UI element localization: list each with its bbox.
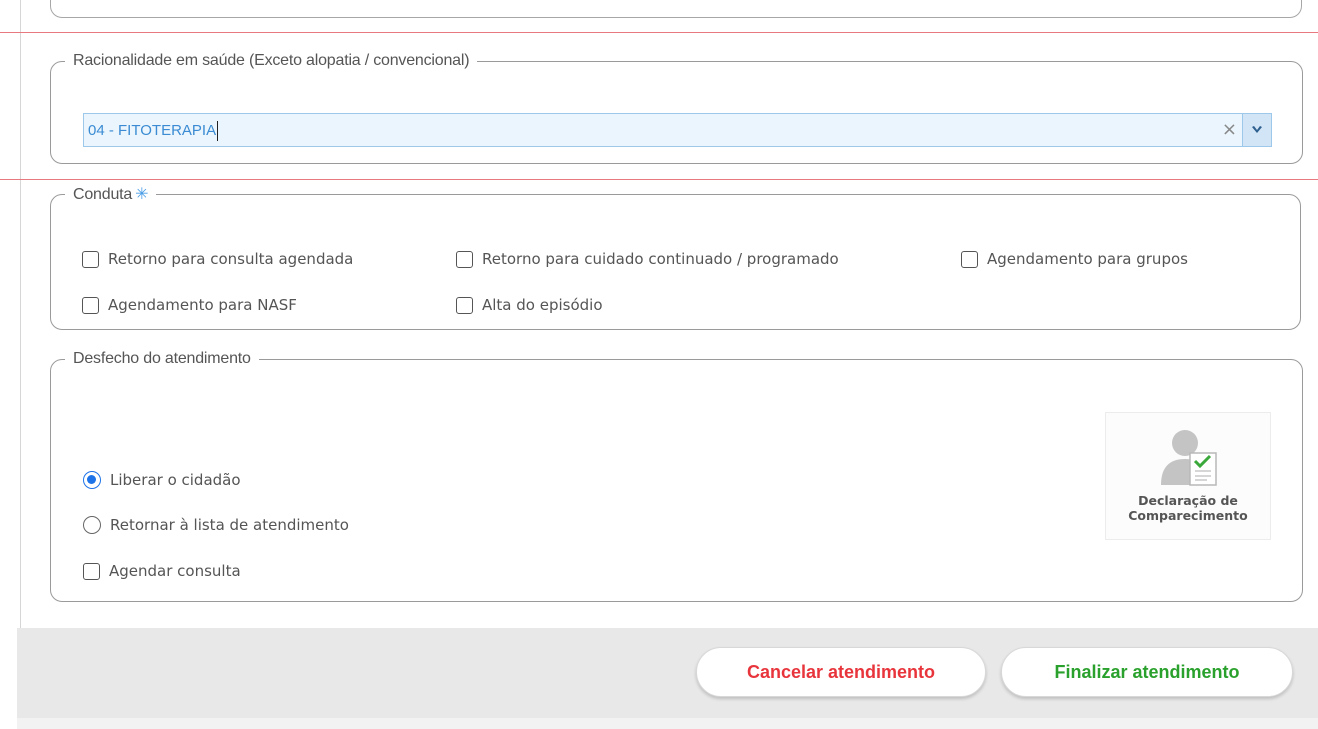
declaracao-label-line1: Declaração de [1138, 493, 1238, 508]
racionalidade-select[interactable]: 04 - FITOTERAPIA × [83, 113, 1272, 147]
checkbox-retorno-cuidado-continuado[interactable]: Retorno para cuidado continuado / progra… [456, 250, 839, 268]
checkbox-agendamento-grupos[interactable]: Agendamento para grupos [961, 250, 1188, 268]
cancel-button[interactable]: Cancelar atendimento [696, 647, 986, 697]
finish-button[interactable]: Finalizar atendimento [1001, 647, 1293, 697]
racionalidade-fieldset: Racionalidade em saúde (Exceto alopatia … [50, 52, 1303, 164]
radio-liberar-cidadao[interactable]: Liberar o cidadão [83, 471, 241, 489]
checkbox-label: Agendamento para grupos [987, 250, 1188, 268]
checkbox-agendar-consulta[interactable]: Agendar consulta [83, 562, 241, 580]
chevron-down-icon [1252, 126, 1262, 133]
checkbox[interactable] [456, 296, 473, 314]
radio-label: Retornar à lista de atendimento [110, 516, 349, 534]
previous-section-box [50, 0, 1302, 18]
checkbox-label: Alta do episódio [482, 296, 603, 314]
conduta-legend-text: Conduta [73, 186, 133, 203]
racionalidade-value-text: 04 - FITOTERAPIA [88, 121, 217, 139]
radio-label: Liberar o cidadão [110, 471, 241, 489]
dropdown-toggle-button[interactable] [1242, 114, 1271, 146]
close-icon[interactable]: × [1222, 119, 1237, 140]
conduta-fieldset: Conduta ✳ Retorno para consulta agendada … [50, 184, 1301, 330]
radio-button-selected[interactable] [83, 471, 101, 489]
conduta-legend: Conduta ✳ [65, 184, 156, 204]
checkbox-label: Agendamento para NASF [108, 296, 297, 314]
racionalidade-select-value: 04 - FITOTERAPIA [88, 121, 219, 141]
racionalidade-legend-text: Racionalidade em saúde (Exceto alopatia … [73, 52, 470, 69]
checkbox[interactable] [82, 296, 99, 314]
radio-button[interactable] [83, 516, 101, 534]
required-asterisk-icon: ✳ [135, 186, 149, 203]
declaracao-label-line2: Comparecimento [1128, 508, 1248, 523]
checkbox[interactable] [83, 562, 100, 580]
checkbox-label: Retorno para cuidado continuado / progra… [482, 250, 839, 268]
desfecho-legend-text: Desfecho do atendimento [73, 350, 251, 367]
declaracao-comparecimento-button[interactable]: Declaração de Comparecimento [1105, 412, 1271, 540]
checkbox[interactable] [82, 250, 99, 268]
radio-retornar-lista[interactable]: Retornar à lista de atendimento [83, 516, 349, 534]
checkbox-label: Retorno para consulta agendada [108, 250, 354, 268]
declaracao-label: Declaração de Comparecimento [1128, 493, 1247, 523]
checkbox-alta-episodio[interactable]: Alta do episódio [456, 296, 603, 314]
text-caret [217, 121, 219, 141]
racionalidade-legend: Racionalidade em saúde (Exceto alopatia … [65, 52, 477, 70]
desfecho-legend: Desfecho do atendimento [65, 350, 259, 368]
checkbox[interactable] [961, 250, 978, 268]
person-document-check-icon [1161, 430, 1217, 486]
footer-bottom-strip [17, 718, 1318, 729]
checkbox-retorno-consulta-agendada[interactable]: Retorno para consulta agendada [82, 250, 353, 268]
checkbox[interactable] [456, 250, 473, 268]
checkbox-label: Agendar consulta [109, 562, 241, 580]
checkbox-agendamento-nasf[interactable]: Agendamento para NASF [82, 296, 297, 314]
desfecho-fieldset: Desfecho do atendimento Liberar o cidadã… [50, 350, 1303, 602]
